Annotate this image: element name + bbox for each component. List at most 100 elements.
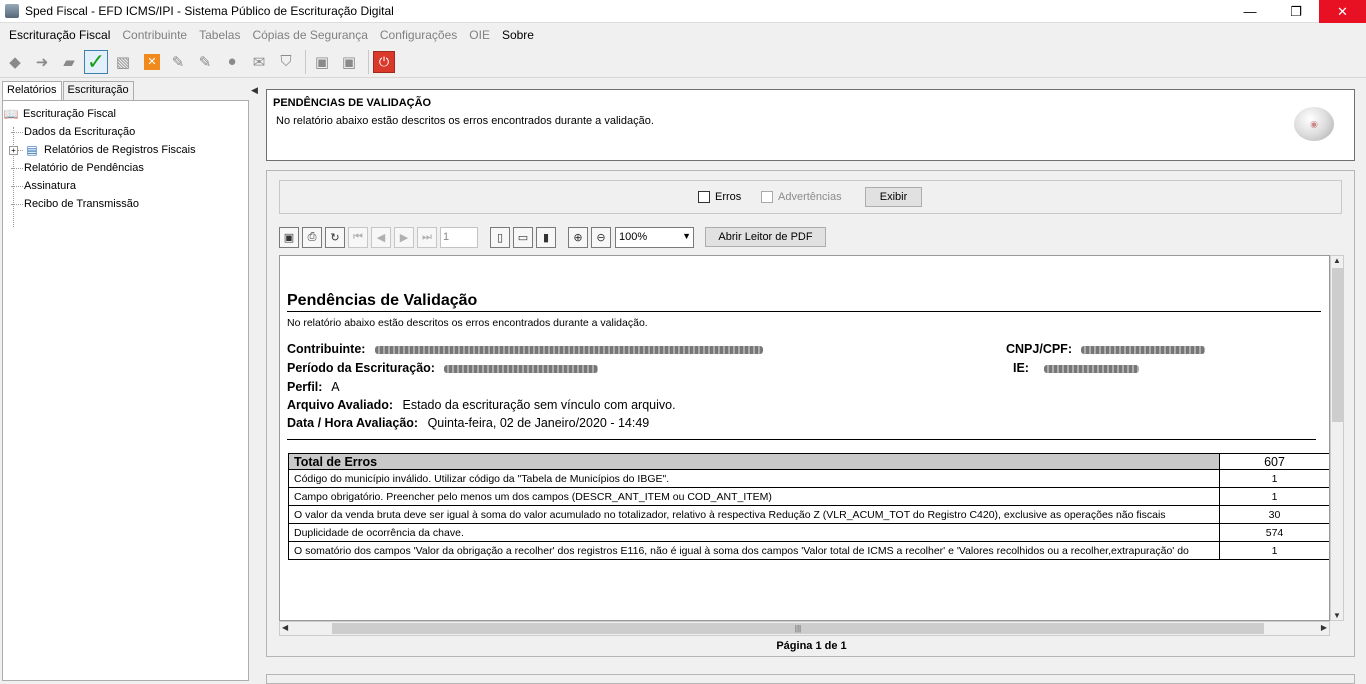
minimize-button[interactable]: —	[1227, 0, 1273, 23]
horizontal-scrollbar[interactable]: ◀ ||| ▶	[279, 621, 1330, 636]
page-number-input[interactable]: 1	[440, 227, 478, 248]
divider	[287, 439, 1316, 440]
show-button[interactable]: Exibir	[865, 187, 922, 207]
zoom-in-icon[interactable]: ⊕	[568, 227, 588, 248]
transmit-globe-icon[interactable]: ●	[220, 50, 244, 74]
tab-relatorios[interactable]: Relatórios	[2, 81, 62, 100]
page-title: PENDÊNCIAS DE VALIDAÇÃO	[273, 97, 432, 109]
toolbar-separator	[368, 49, 369, 74]
full-page-icon[interactable]: ▮	[536, 227, 556, 248]
total-errors-value: 607	[1219, 453, 1329, 470]
import-icon[interactable]: ➜	[30, 50, 54, 74]
panel-splitter[interactable]: ◀	[250, 81, 258, 681]
page-width-icon[interactable]: ▭	[513, 227, 533, 248]
tree-item-pendencias[interactable]: Relatório de Pendências	[3, 159, 248, 177]
error-count: 30	[1219, 505, 1329, 524]
menu-sobre[interactable]: Sobre	[496, 28, 540, 42]
scroll-right-icon[interactable]: ▶	[1321, 623, 1327, 632]
single-page-icon[interactable]: ▯	[490, 227, 510, 248]
last-page-icon[interactable]: ⏭	[417, 227, 437, 248]
expand-icon[interactable]: +	[9, 145, 18, 155]
window-title: Sped Fiscal - EFD ICMS/IPI - Sistema Púb…	[25, 4, 394, 18]
page-description: No relatório abaixo estão descritos os e…	[276, 115, 654, 127]
tree-item-assinatura[interactable]: Assinatura	[3, 177, 248, 195]
scroll-thumb[interactable]	[1332, 268, 1343, 422]
vertical-scrollbar[interactable]: ▲ ▼	[1330, 255, 1344, 621]
menu-configuracoes[interactable]: Configurações	[374, 28, 463, 42]
tree-item-label: Dados da Escrituração	[24, 126, 136, 138]
perfil-field: Perfil: A	[287, 380, 340, 394]
refresh-icon[interactable]: ↻	[325, 227, 345, 248]
error-count: 574	[1219, 523, 1329, 542]
tree-root[interactable]: 📖 Escrituração Fiscal	[3, 105, 248, 123]
sign-icon[interactable]: ✎	[166, 50, 190, 74]
error-description: O somatório dos campos 'Valor da obrigaç…	[288, 541, 1220, 560]
mail-icon[interactable]: ✉	[247, 50, 271, 74]
checkbox-box[interactable]	[761, 191, 773, 203]
checkbox-box[interactable]	[698, 191, 710, 203]
tree-item-recibo[interactable]: Recibo de Transmissão	[3, 195, 248, 213]
edit-icon[interactable]: ▧	[111, 50, 135, 74]
menu-escrituracao-fiscal[interactable]: Escrituração Fiscal	[3, 28, 116, 42]
maximize-button[interactable]: ❐	[1273, 0, 1319, 23]
validate-check-icon[interactable]: ✓	[84, 49, 108, 74]
page-info: Página 1 de 1	[776, 640, 847, 652]
next-page-icon[interactable]: ▶	[394, 227, 414, 248]
table-header-row: Total de Erros 607	[288, 453, 1329, 470]
open-folder-icon[interactable]: ▰	[57, 50, 81, 74]
tree-item-label: Recibo de Transmissão	[24, 198, 139, 210]
tab-escrituracao[interactable]: Escrituração	[62, 81, 134, 100]
power-exit-icon[interactable]: ⏻	[373, 50, 395, 73]
sign-delete-icon[interactable]: ✎	[193, 50, 217, 74]
data-hora-field: Data / Hora Avaliação: Quinta-feira, 02 …	[287, 416, 649, 430]
collapse-arrow-icon[interactable]: ◀	[251, 85, 258, 96]
redacted-value	[444, 364, 599, 373]
chevron-down-icon: ▼	[682, 231, 691, 241]
delete-icon[interactable]: ✕	[144, 53, 160, 70]
menu-oie[interactable]: OIE	[463, 28, 496, 42]
warnings-checkbox[interactable]: Advertências	[761, 191, 842, 203]
first-page-icon[interactable]: ⏮	[348, 227, 368, 248]
print-icon[interactable]: ⎙	[302, 227, 322, 248]
zoom-select[interactable]: 100% ▼	[615, 227, 694, 248]
errors-checkbox[interactable]: Erros	[698, 191, 741, 203]
scroll-down-icon[interactable]: ▼	[1333, 611, 1341, 620]
shield-icon[interactable]: ⛉	[274, 50, 298, 74]
save-icon[interactable]: ▣	[279, 227, 299, 248]
error-count: 1	[1219, 469, 1329, 488]
ie-label: IE:	[1013, 361, 1029, 375]
new-file-icon[interactable]: ◆	[3, 50, 27, 74]
zoom-value: 100%	[619, 231, 648, 243]
menu-contribuinte[interactable]: Contribuinte	[116, 28, 193, 42]
menu-copias-seguranca[interactable]: Cópias de Segurança	[246, 28, 373, 42]
errors-checkbox-label: Erros	[715, 191, 742, 203]
open-pdf-button[interactable]: Abrir Leitor de PDF	[705, 227, 826, 247]
warnings-checkbox-label: Advertências	[778, 191, 842, 203]
error-description: Duplicidade de ocorrência da chave.	[288, 523, 1220, 542]
tree-item-label: Assinatura	[24, 180, 76, 192]
periodo-field: Período da Escrituração:	[287, 361, 599, 375]
tree-item-relatorios-registros[interactable]: + ▤ Relatórios de Registros Fiscais	[3, 141, 248, 159]
scroll-thumb[interactable]: |||	[332, 623, 1264, 634]
scroll-up-icon[interactable]: ▲	[1333, 256, 1341, 265]
data-hora-label: Data / Hora Avaliação:	[287, 416, 419, 430]
zoom-out-icon[interactable]: ⊖	[591, 227, 611, 248]
report-page: Pendências de Validação No relatório aba…	[279, 255, 1330, 621]
table-row: Código do município inválido. Utilizar c…	[288, 469, 1329, 488]
tree-root-label: Escrituração Fiscal	[23, 108, 116, 120]
redacted-value	[1081, 345, 1206, 354]
errors-table: Total de Erros 607 Código do município i…	[288, 453, 1329, 560]
scroll-left-icon[interactable]: ◀	[282, 623, 288, 632]
restore-backup-icon[interactable]: ▣	[337, 50, 361, 74]
divider	[287, 311, 1321, 312]
menu-tabelas[interactable]: Tabelas	[193, 28, 246, 42]
bottom-panel	[266, 674, 1355, 684]
toolbar-separator	[305, 49, 306, 74]
tree-item-dados[interactable]: Dados da Escrituração	[3, 123, 248, 141]
close-button[interactable]: ✕	[1319, 0, 1366, 23]
report-description: No relatório abaixo estão descritos os e…	[287, 317, 648, 329]
save-backup-icon[interactable]: ▣	[310, 50, 334, 74]
prev-page-icon[interactable]: ◀	[371, 227, 391, 248]
redacted-value	[1044, 364, 1140, 373]
perfil-value: A	[331, 380, 340, 394]
